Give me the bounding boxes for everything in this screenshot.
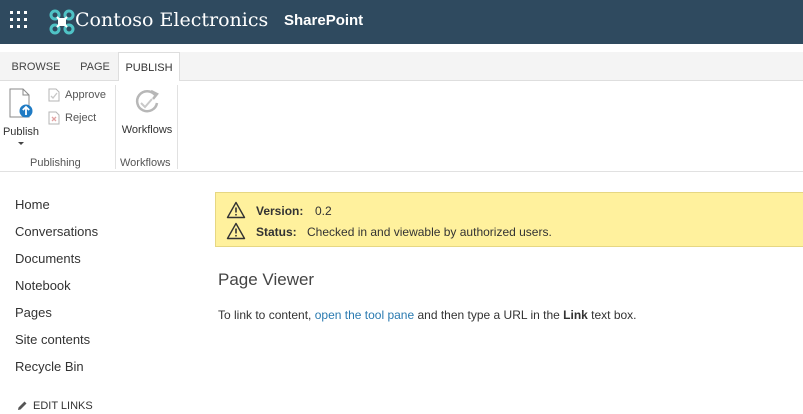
page-viewer-instruction: To link to content, open the tool pane a… [218, 308, 637, 322]
warning-icon [226, 201, 246, 219]
publish-icon [9, 88, 33, 118]
quick-launch: Home Conversations Documents Notebook Pa… [15, 196, 185, 385]
status-bar: Version: 0.2 Status: Checked in and view… [215, 192, 803, 247]
tab-publish[interactable]: PUBLISH [118, 52, 180, 82]
suite-bar: Contoso Electronics SharePoint [0, 0, 803, 44]
workflows-button[interactable]: Workflows [118, 87, 176, 136]
nav-item-home[interactable]: Home [15, 196, 185, 223]
approve-icon [48, 88, 60, 102]
nav-item-recycle-bin[interactable]: Recycle Bin [15, 358, 185, 385]
version-value: 0.2 [315, 204, 332, 218]
version-label: Version: [256, 204, 304, 218]
group-label-workflows: Workflows [120, 157, 171, 169]
status-value: Checked in and viewable by authorized us… [307, 225, 552, 239]
ribbon-divider [115, 85, 116, 169]
reject-icon [48, 111, 60, 125]
workflows-icon [135, 89, 159, 113]
page-title: Page Viewer [218, 270, 315, 289]
publish-button[interactable]: Publish [2, 87, 40, 150]
warning-icon [226, 222, 246, 240]
reject-label: Reject [65, 112, 97, 124]
status-label: Status: [256, 225, 297, 239]
ribbon-tabs: BROWSE PAGE PUBLISH [0, 52, 803, 82]
status-row-version: Version: 0.2 [226, 201, 786, 221]
app-launcher-icon[interactable] [9, 10, 29, 30]
contoso-logo-icon[interactable] [48, 8, 76, 36]
nav-item-conversations[interactable]: Conversations [15, 223, 185, 250]
reject-button[interactable]: Reject [47, 110, 96, 126]
chevron-down-icon[interactable] [17, 141, 25, 147]
edit-links-button[interactable]: EDIT LINKS [16, 400, 93, 412]
instruction-text: and then type a URL in the [414, 308, 564, 322]
open-tool-pane-link[interactable]: open the tool pane [315, 308, 414, 322]
approve-label: Approve [65, 89, 106, 101]
app-name[interactable]: SharePoint [284, 12, 363, 29]
nav-item-documents[interactable]: Documents [15, 250, 185, 277]
workflows-label: Workflows [121, 124, 173, 136]
nav-item-pages[interactable]: Pages [15, 304, 185, 331]
tab-page[interactable]: PAGE [72, 52, 118, 80]
ribbon-body: Publish Approve Reject Publishing Workfl… [0, 81, 803, 172]
tab-browse[interactable]: BROWSE [0, 52, 72, 80]
approve-button[interactable]: Approve [47, 87, 106, 103]
pencil-icon [18, 401, 27, 411]
ribbon-divider [177, 85, 178, 169]
link-keyword: Link [563, 308, 588, 322]
site-brand[interactable]: Contoso Electronics [75, 9, 268, 31]
status-row-status: Status: Checked in and viewable by autho… [226, 222, 786, 242]
nav-item-site-contents[interactable]: Site contents [15, 331, 185, 358]
group-label-publishing: Publishing [30, 157, 81, 169]
publish-label: Publish [2, 126, 40, 138]
instruction-text: To link to content, [218, 308, 315, 322]
instruction-text: text box. [587, 308, 637, 322]
nav-item-notebook[interactable]: Notebook [15, 277, 185, 304]
edit-links-label: EDIT LINKS [33, 400, 93, 412]
